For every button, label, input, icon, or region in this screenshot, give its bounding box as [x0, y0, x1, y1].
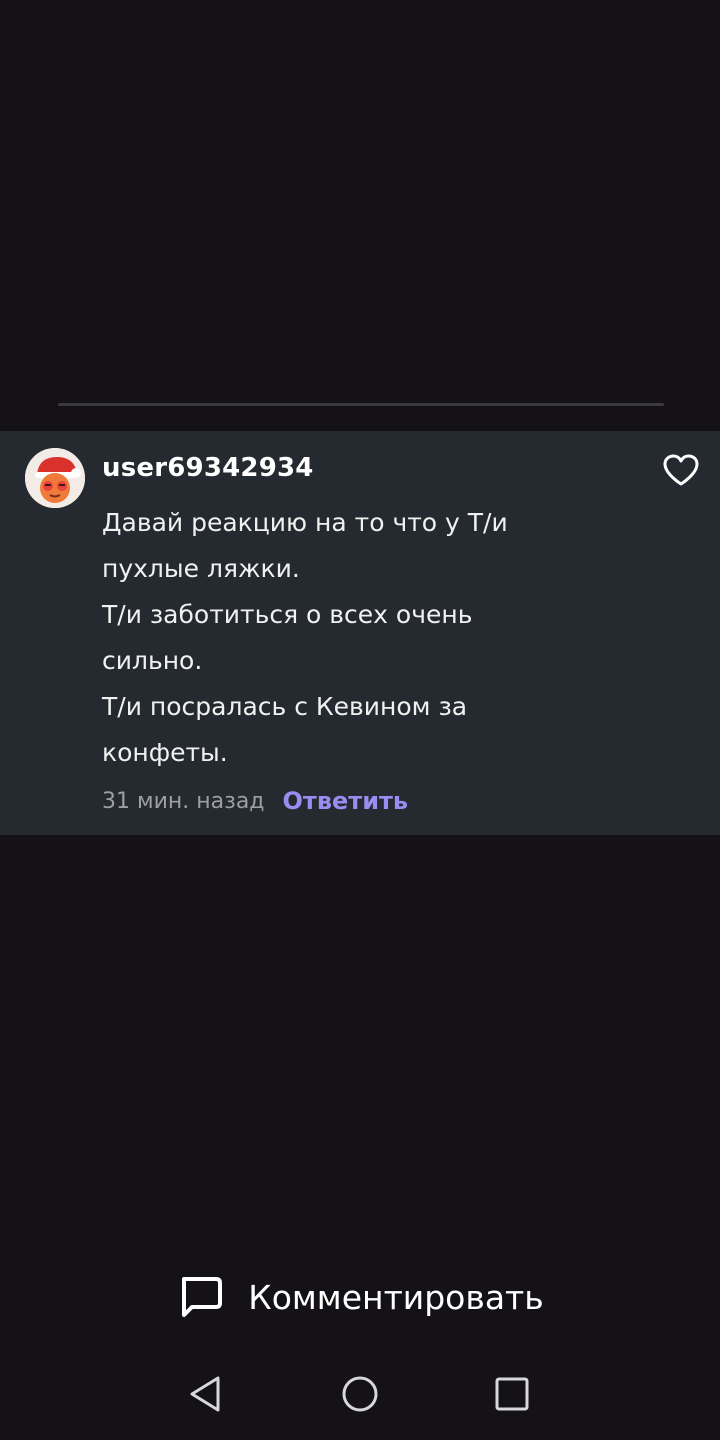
triangle-back-icon[interactable]	[184, 1372, 228, 1416]
comment-line: пухлые ляжки.	[102, 554, 300, 583]
avatar-image	[25, 448, 85, 508]
comment-line: сильно.	[102, 646, 203, 675]
chat-bubble-icon	[182, 1277, 223, 1317]
screen: user69342934 Давай реакцию на то что у Т…	[0, 0, 720, 1440]
comment-line: Т/и заботиться о всех очень	[102, 600, 473, 629]
comment-card: user69342934 Давай реакцию на то что у Т…	[0, 431, 720, 835]
circle-home-icon[interactable]	[338, 1372, 382, 1416]
avatar[interactable]	[25, 448, 85, 508]
square-recents-icon[interactable]	[490, 1372, 534, 1416]
system-nav-bar	[0, 1360, 720, 1440]
heart-outline-icon[interactable]	[662, 453, 700, 487]
comment-line: Давай реакцию на то что у Т/и	[102, 508, 508, 537]
comment-bar[interactable]: Комментировать	[0, 1262, 720, 1332]
comment-meta: 31 мин. назад Ответить	[102, 783, 408, 819]
comment-line: конфеты.	[102, 738, 228, 767]
comment-text: Давай реакцию на то что у Т/и пухлые ляж…	[102, 500, 582, 776]
comment-bar-label: Комментировать	[248, 1277, 544, 1317]
comment-timestamp: 31 мин. назад	[102, 788, 265, 814]
sheet-handle[interactable]	[58, 403, 664, 406]
comment-line: Т/и посралась с Кевином за	[102, 692, 468, 721]
username[interactable]: user69342934	[102, 453, 314, 483]
reply-button[interactable]: Ответить	[283, 787, 409, 815]
